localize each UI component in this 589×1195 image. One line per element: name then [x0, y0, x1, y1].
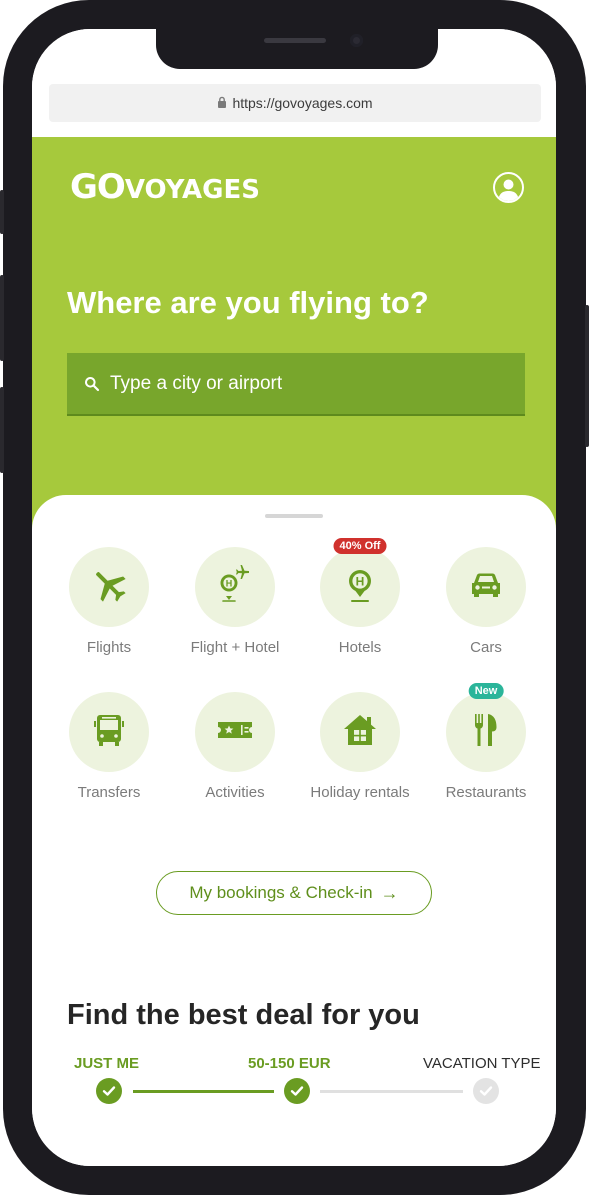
logo-go: GO [70, 167, 126, 207]
arrow-right-icon: → [380, 882, 399, 903]
sheet-drag-handle[interactable] [265, 514, 323, 518]
category-label: Restaurants [445, 784, 527, 801]
notch [156, 29, 438, 69]
logo-voyages: VOYAGES [124, 175, 260, 205]
hotel-pin-icon: H [340, 565, 380, 610]
ticket-icon [215, 710, 255, 755]
svg-text:H: H [356, 574, 365, 588]
phone-screen: https://govoyages.com GOVOYAGES Where ar… [32, 29, 556, 1166]
category-flight-hotel-circle: H [195, 547, 275, 627]
category-label: Activities [205, 784, 265, 801]
step-label-budget[interactable]: 50-150 EUR [248, 1055, 331, 1072]
front-camera [350, 34, 363, 47]
category-hotels-circle: H [320, 547, 400, 627]
category-flight-hotel[interactable]: H Flight + Hotel [172, 547, 298, 656]
step-label-just-me[interactable]: JUST ME [74, 1055, 139, 1072]
category-restaurants-circle [446, 692, 526, 772]
category-cars-circle [446, 547, 526, 627]
svg-text:H: H [226, 578, 233, 588]
bus-icon [89, 710, 129, 755]
category-label: Cars [470, 639, 502, 656]
category-activities[interactable]: Activities [172, 692, 298, 801]
category-label: Flights [86, 639, 132, 656]
category-holiday-rentals-circle [320, 692, 400, 772]
address-bar[interactable]: https://govoyages.com [49, 84, 541, 122]
category-hotels[interactable]: 40% Off H Hotels [297, 538, 423, 656]
phone-volume-up [0, 275, 4, 361]
new-badge: New [468, 683, 504, 699]
category-transfers-circle [69, 692, 149, 772]
my-bookings-checkin-button[interactable]: My bookings & Check-in → [156, 871, 432, 915]
category-transfers[interactable]: Transfers [46, 692, 172, 801]
hero-title: Where are you flying to? [67, 285, 429, 320]
discount-badge: 40% Off [333, 538, 387, 554]
flight-hotel-icon: H [215, 564, 255, 610]
address-url: https://govoyages.com [232, 95, 373, 111]
car-icon [466, 565, 506, 610]
step-progress-line-pending [320, 1090, 463, 1093]
category-label: Flight + Hotel [190, 639, 280, 656]
airplane-icon [89, 565, 129, 610]
hero-section: GOVOYAGES Where are you flying to? Type … [32, 137, 556, 537]
step-progress-line-done [133, 1090, 274, 1093]
category-restaurants[interactable]: New Restaurants [423, 683, 549, 801]
category-holiday-rentals[interactable]: Holiday rentals [297, 692, 423, 801]
user-account-icon[interactable] [493, 172, 524, 203]
search-placeholder: Type a city or airport [110, 372, 283, 394]
speaker [264, 38, 326, 43]
phone-mockup: https://govoyages.com GOVOYAGES Where ar… [0, 0, 589, 1195]
category-flights-circle [69, 547, 149, 627]
deals-section-title: Find the best deal for you [67, 999, 420, 1031]
category-flights[interactable]: Flights [46, 547, 172, 656]
bottom-sheet: Flights H Flight + Hotel 40% Off H Hotel… [32, 495, 556, 1166]
category-activities-circle [195, 692, 275, 772]
my-bookings-label: My bookings & Check-in [189, 883, 373, 902]
phone-mute-switch [0, 190, 4, 234]
category-cars[interactable]: Cars [423, 547, 549, 656]
lock-icon [217, 95, 227, 111]
phone-volume-down [0, 387, 4, 473]
step-check-icon[interactable] [284, 1078, 310, 1104]
step-pending-check-icon[interactable] [473, 1078, 499, 1104]
category-label: Hotels [338, 639, 382, 656]
destination-search-input[interactable]: Type a city or airport [67, 353, 525, 416]
category-label: Transfers [77, 784, 141, 801]
search-icon [84, 376, 100, 392]
cutlery-icon [466, 710, 506, 755]
step-label-vacation-type[interactable]: VACATION TYPE [423, 1055, 541, 1072]
step-check-icon[interactable] [96, 1078, 122, 1104]
brand-logo[interactable]: GOVOYAGES [70, 167, 260, 207]
category-label: Holiday rentals [310, 784, 410, 801]
phone-power-button [585, 305, 589, 447]
house-icon [340, 710, 380, 755]
